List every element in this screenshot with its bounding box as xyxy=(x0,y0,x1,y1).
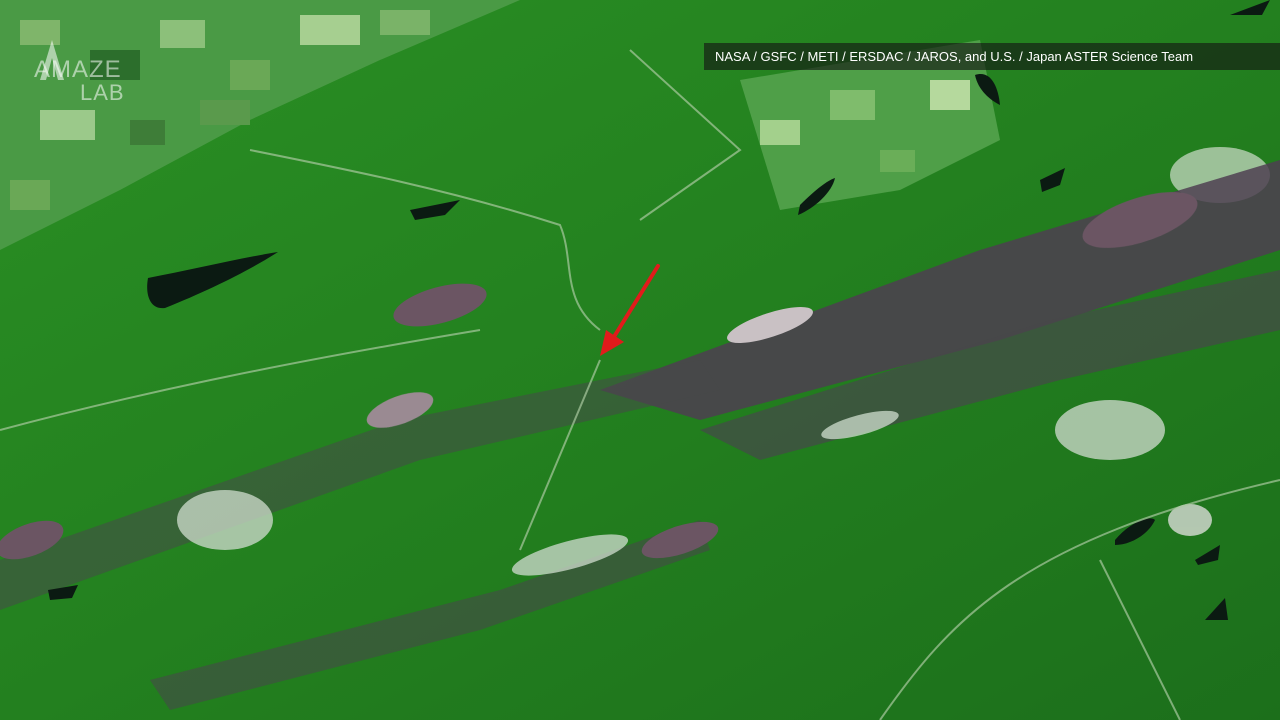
logo-line-2: LAB xyxy=(80,80,125,105)
amaze-lab-logo: AMAZE LAB xyxy=(34,40,146,106)
satellite-image xyxy=(0,0,1280,720)
image-credit: NASA / GSFC / METI / ERSDAC / JAROS, and… xyxy=(704,43,1280,70)
